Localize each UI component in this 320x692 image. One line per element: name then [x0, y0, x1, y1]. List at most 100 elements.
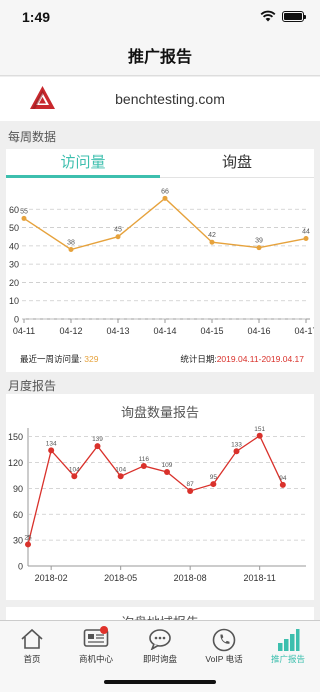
wifi-icon [260, 10, 276, 22]
monthly-card: 询盘数量报告 0 30 60 90 120 150 2018-02 2018-05 2018-0… [6, 394, 314, 600]
monthly-data-point [25, 541, 31, 548]
tab-inquiries[interactable]: 询盘 [160, 149, 314, 178]
y-tick-label: 0 [18, 562, 23, 572]
monthly-data-label: 104 [69, 466, 80, 473]
x-tick-label: 2018-11 [243, 573, 275, 583]
monthly-data-point [256, 432, 263, 439]
status-bar: 1:49 [0, 0, 320, 34]
y-tick-label: 10 [9, 296, 19, 306]
monthly-data-point [187, 487, 194, 494]
x-tick-label: 04-16 [247, 326, 270, 336]
home-icon [21, 628, 43, 649]
weekly-section-label: 每周数据 [8, 130, 57, 144]
weekly-data-point [21, 215, 27, 221]
monthly-data-point [48, 447, 55, 454]
x-tick-label: 04-14 [153, 326, 176, 336]
weekly-visits-summary: 最近一周访问量: 329 [20, 353, 98, 365]
weekly-data-point [209, 239, 215, 245]
monthly-data-point [117, 473, 124, 480]
monthly-data-label: 95 [210, 474, 218, 481]
monthly-data-label: 94 [279, 475, 287, 482]
x-tick-label: 04-11 [13, 326, 35, 336]
weekly-data-label: 39 [255, 238, 263, 245]
monthly-data-label: 87 [187, 481, 195, 488]
page-title: 推广报告 [127, 48, 192, 66]
monthly-data-point [279, 481, 286, 488]
notification-badge [99, 626, 108, 634]
monthly-data-label: 134 [46, 440, 57, 447]
tabbar-label-business: 商机中心 [78, 654, 113, 664]
weekly-card: 访问量 询盘 0 10 20 30 40 50 60 04-11 04-12 04-13 04-14… [6, 149, 314, 372]
status-time: 1:49 [22, 9, 51, 25]
home-indicator [104, 680, 216, 684]
tabbar-label-chat: 即时询盘 [142, 654, 177, 664]
y-tick-label: 60 [9, 205, 19, 215]
region-card: 询盘地域报告 [6, 607, 314, 621]
monthly-data-point [140, 462, 147, 469]
tabbar-label-report: 推广报告 [270, 654, 305, 664]
weekly-data-point [256, 245, 262, 251]
brand-domain: benchtesting.com [115, 91, 225, 107]
tabbar-label-voip: VoIP 电话 [205, 654, 243, 664]
battery-icon [282, 10, 306, 22]
monthly-data-label: 104 [115, 466, 126, 473]
weekly-data-label: 66 [161, 188, 169, 195]
tabbar-label-home: 首页 [23, 654, 41, 664]
monthly-data-label: 116 [139, 456, 150, 463]
x-tick-label: 2018-02 [35, 573, 68, 583]
x-tick-label: 2018-08 [174, 573, 207, 583]
y-tick-label: 20 [9, 278, 19, 288]
x-tick-label: 04-15 [200, 326, 223, 336]
bar-chart-icon [278, 629, 300, 651]
monthly-data-label: 133 [231, 441, 242, 448]
tabbar-item-report[interactable]: 推广报告 [256, 621, 320, 692]
y-tick-label: 120 [8, 458, 23, 468]
y-tick-label: 0 [14, 315, 19, 325]
weekly-data-point [68, 247, 74, 253]
monthly-data-point [233, 448, 240, 455]
monthly-series-line [27, 434, 284, 545]
monthly-data-point [94, 443, 101, 450]
weekly-data-label: 42 [208, 232, 216, 239]
monthly-data-label: 25 [24, 534, 32, 541]
weekly-data-point [303, 236, 309, 242]
monthly-data-label: 109 [162, 462, 173, 469]
monthly-data-point [71, 473, 78, 480]
weekly-data-label: 44 [302, 229, 310, 236]
x-tick-label: 2018-05 [104, 573, 137, 583]
monthly-data-point [210, 481, 217, 488]
tab-visits[interactable]: 访问量 [6, 149, 160, 178]
y-tick-label: 40 [9, 241, 19, 251]
weekly-tabs: 访问量 询盘 [6, 149, 314, 178]
x-tick-label: 04-17 [294, 326, 314, 336]
y-tick-label: 90 [13, 484, 23, 494]
monthly-section-label: 月度报告 [8, 379, 57, 393]
weekly-date-summary: 统计日期:2019.04.11-2019.04.17 [180, 353, 304, 365]
weekly-data-point [162, 195, 168, 201]
weekly-data-label: 55 [20, 208, 28, 215]
monthly-data-label: 151 [254, 426, 265, 433]
weekly-visits-label: 最近一周访问量: [20, 354, 82, 364]
y-tick-label: 60 [13, 510, 23, 520]
monthly-inquiries-chart: 0 30 60 90 120 150 2018-02 2018-05 2018-08 2018-1… [8, 426, 306, 583]
weekly-visits-chart: 0 10 20 30 40 50 60 04-11 04-12 04-13 04-14 04-15 04… [9, 188, 314, 336]
monthly-chart-title: 询盘数量报告 [120, 405, 199, 420]
weekly-date-label: 统计日期: [180, 354, 217, 364]
monthly-data-label: 139 [92, 436, 103, 443]
weekly-date-range: 2019.04.11-2019.04.17 [216, 354, 304, 364]
phone-icon [212, 628, 236, 652]
monthly-data-point [164, 468, 170, 475]
weekly-visits-value: 329 [84, 354, 99, 364]
y-tick-label: 30 [13, 536, 23, 546]
y-tick-label: 150 [8, 432, 23, 442]
tabbar-item-home[interactable]: 首页 [0, 621, 64, 692]
y-tick-label: 30 [9, 260, 19, 270]
chat-bubble-icon [149, 629, 171, 650]
weekly-data-point [115, 234, 121, 240]
weekly-data-label: 45 [114, 227, 122, 234]
app-screen: 1:49 推广报告 benchtesting.com 每周数据 访问量 询盘 0… [0, 0, 320, 692]
status-icons [260, 10, 306, 22]
x-tick-label: 04-13 [106, 326, 129, 336]
brand-header: benchtesting.com [0, 77, 320, 121]
weekly-data-label: 38 [67, 240, 75, 247]
